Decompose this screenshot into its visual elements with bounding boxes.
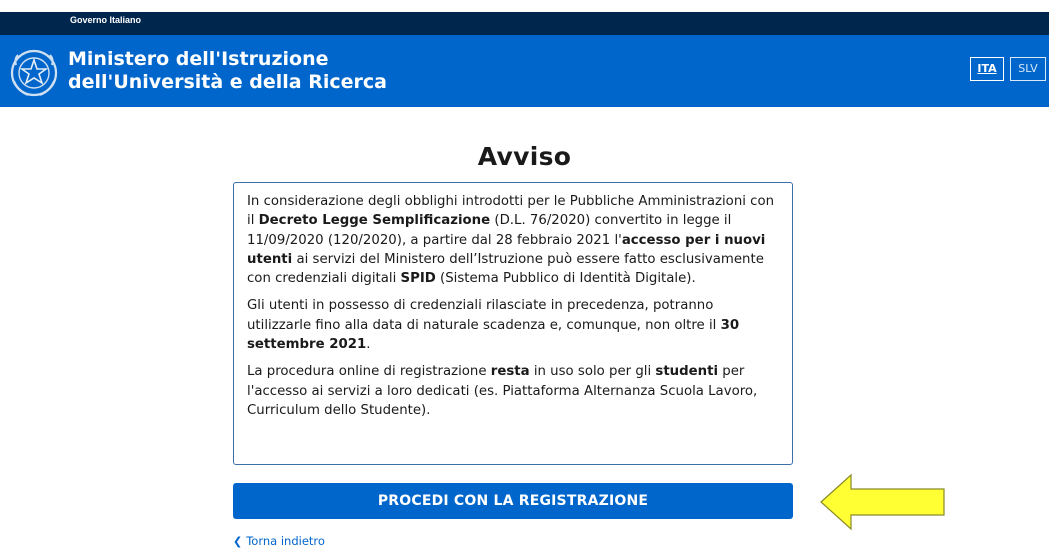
notice-text: (Sistema Pubblico di Identità Digitale). (435, 271, 696, 287)
site-header: Ministero dell'Istruzione dell'Universit… (0, 35, 1049, 107)
ministry-title[interactable]: Ministero dell'Istruzione dell'Universit… (68, 48, 387, 94)
language-slv-button[interactable]: SLV (1010, 57, 1046, 81)
government-label[interactable]: Governo Italiano (70, 15, 141, 25)
left-arrow-icon (820, 473, 945, 531)
notice-text: La procedura online di registrazione (247, 364, 491, 380)
notice-bold: Decreto Legge Semplificazione (258, 213, 491, 229)
language-ita-button[interactable]: ITA (970, 57, 1004, 81)
notice-paragraph-1: In considerazione degli obblighi introdo… (247, 192, 779, 288)
ministry-title-line2: dell'Università e della Ricerca (68, 71, 387, 93)
government-topbar: Governo Italiano (0, 0, 1049, 35)
notice-bold: SPID (400, 271, 436, 287)
page-title: Avviso (477, 142, 572, 171)
notice-text: in uso solo per gli (529, 364, 656, 380)
notice-text: Gli utenti in possesso di credenziali ri… (247, 298, 721, 333)
topbar-strip: Governo Italiano (0, 12, 1049, 35)
ministry-title-line1: Ministero dell'Istruzione (68, 48, 329, 70)
notice-paragraph-3: La procedura online di registrazione res… (247, 362, 779, 420)
proceed-registration-button[interactable]: PROCEDI CON LA REGISTRAZIONE (233, 483, 793, 519)
notice-box: In considerazione degli obblighi introdo… (233, 182, 793, 465)
notice-paragraph-2: Gli utenti in possesso di credenziali ri… (247, 296, 779, 354)
back-link-label: Torna indietro (246, 534, 325, 548)
language-slv-label: SLV (1018, 62, 1038, 75)
language-ita-label: ITA (977, 62, 997, 75)
chevron-left-icon: ❮ (233, 534, 243, 548)
notice-bold: studenti (655, 364, 719, 380)
italian-republic-emblem-icon[interactable] (8, 47, 60, 99)
notice-bold: resta (490, 364, 530, 380)
notice-text: . (366, 337, 371, 353)
back-link[interactable]: ❮ Torna indietro (233, 534, 325, 548)
